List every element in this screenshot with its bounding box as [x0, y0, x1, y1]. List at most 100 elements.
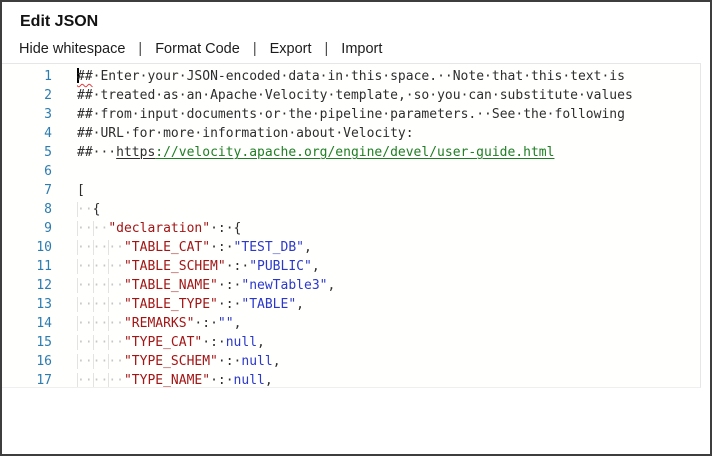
code-segment: : [202, 316, 211, 331]
whitespace-dots: · [217, 354, 226, 369]
whitespace-dots: · [311, 107, 320, 122]
code-segment: as [163, 88, 179, 103]
indent-guide: ·· [77, 316, 93, 331]
indent-guide: ·· [92, 373, 109, 388]
code-segment: , [311, 259, 320, 274]
line-number: 4 [44, 126, 52, 141]
code-line[interactable]: 13 ······"TABLE_TYPE"·:·"TABLE", [2, 295, 700, 314]
indent-guide: ·· [77, 259, 93, 274]
code-line[interactable]: 7[ [2, 181, 700, 200]
whitespace-dots: · [257, 107, 265, 122]
whitespace-dots: · [343, 69, 351, 84]
code-segment: "TABLE" [241, 297, 297, 312]
code-line-content: ##·treated·as·an·Apache·Velocity·templat… [77, 86, 633, 105]
indent-guide: ·· [92, 335, 109, 350]
indent-guide: ·· [108, 278, 124, 293]
line-number: 14 [36, 316, 52, 331]
code-line[interactable]: 17 ······"TYPE_NAME"·:·null, [2, 371, 700, 388]
line-number: 1 [44, 69, 52, 84]
format-code-button[interactable]: Format Code [155, 41, 240, 58]
code-segment: "TYPE_NAME" [123, 373, 211, 388]
whitespace-dots: ·· [476, 107, 492, 122]
code-segment: following [554, 107, 625, 122]
code-segment: from [100, 107, 132, 122]
code-line[interactable]: 5 ##···https://velocity.apache.org/engine… [2, 143, 700, 162]
code-segment: ## [77, 69, 93, 84]
code-segment: : [217, 373, 226, 388]
code-line-content: ··{ [77, 200, 100, 219]
code-line-content: ······"TABLE_NAME"·:·"newTable3", [77, 276, 335, 295]
code-segment: : [210, 335, 218, 350]
code-segment: an [186, 88, 203, 103]
whitespace-dots: · [225, 240, 234, 255]
code-segment: space. [390, 69, 438, 84]
indent-guide: ·· [92, 354, 109, 369]
whitespace-dots: · [202, 335, 211, 350]
code-segment: , [296, 297, 304, 312]
line-number: 15 [36, 335, 52, 350]
line-number: 16 [36, 354, 52, 369]
code-line[interactable]: 11 ······"TABLE_SCHEM"·:·"PUBLIC", [2, 257, 700, 276]
whitespace-dots: · [546, 107, 555, 122]
code-line[interactable]: 2 ##·treated·as·an·Apache·Velocity·templa… [2, 86, 700, 105]
code-segment: URL [100, 126, 124, 141]
indent-guide: ·· [92, 221, 109, 236]
whitespace-dots: ··· [92, 145, 117, 160]
code-segment: "newTable3" [241, 278, 328, 293]
code-line[interactable]: 10 ······"TABLE_CAT"·:·"TEST_DB", [2, 238, 700, 257]
code-line[interactable]: 3 ##·from·input·documents·or·the·pipeline… [2, 105, 700, 124]
whitespace-dots: · [155, 126, 164, 141]
code-line[interactable]: 9 ····"declaration"·:·{ [2, 219, 700, 238]
code-segment: "PUBLIC" [249, 259, 312, 274]
code-segment: , [233, 316, 242, 331]
code-line[interactable]: 14 ······"REMARKS"·:·"", [2, 314, 700, 333]
velocity-user-guide-link[interactable]: https [116, 145, 155, 160]
line-number: 8 [44, 202, 52, 217]
code-line-content: ······"TYPE_SCHEM"·:·null, [77, 352, 281, 371]
code-line[interactable]: 1 ##·Enter·your·JSON-encoded·data·in·this… [2, 67, 700, 86]
code-segment: values [585, 88, 633, 103]
json-code-editor[interactable]: 1 ##·Enter·your·JSON-encoded·data·in·this… [2, 63, 701, 388]
code-segment: , [272, 354, 281, 369]
line-number: 5 [44, 145, 52, 160]
code-segment: ## [77, 88, 93, 103]
hide-whitespace-button[interactable]: Hide whitespace [19, 41, 125, 58]
indent-guide: ·· [92, 297, 109, 312]
code-segment: Enter [100, 69, 140, 84]
whitespace-dots: · [210, 221, 218, 236]
code-line-content: ······"TABLE_SCHEM"·:·"PUBLIC", [77, 257, 320, 276]
code-segment: : [217, 240, 226, 255]
indent-guide: ·· [108, 259, 124, 274]
code-segment: "TABLE_CAT" [123, 240, 211, 255]
whitespace-dots: · [578, 88, 586, 103]
code-segment: the [288, 107, 312, 122]
indent-guide: ·· [77, 335, 93, 350]
whitespace-dots: · [210, 373, 218, 388]
whitespace-dots: ·· [437, 69, 453, 84]
code-line[interactable]: 16 ······"TYPE_SCHEM"·:·null, [2, 352, 700, 371]
code-segment: , [304, 240, 312, 255]
code-line[interactable]: 8 ··{ [2, 200, 700, 219]
code-line[interactable]: 6 [2, 162, 700, 181]
export-button[interactable]: Export [270, 41, 312, 58]
code-segment: Velocity: [343, 126, 414, 141]
indent-guide: ·· [92, 278, 109, 293]
code-line-content: ······"TYPE_NAME"·:·null, [77, 371, 273, 388]
code-segment: Apache [210, 88, 258, 103]
code-line-content: ····"declaration"·:·{ [77, 219, 241, 238]
code-line[interactable]: 15 ······"TYPE_CAT"·:·null, [2, 333, 700, 352]
code-line[interactable]: 4 ##·URL·for·more·information·about·Veloc… [2, 124, 700, 143]
whitespace-dots: · [210, 316, 218, 331]
indent-guide: ·· [77, 297, 93, 312]
code-segment: , [327, 278, 336, 293]
code-line[interactable]: 12 ······"TABLE_NAME"·:·"newTable3", [2, 276, 700, 295]
whitespace-dots: · [491, 88, 500, 103]
code-segment: , [257, 335, 265, 350]
import-button[interactable]: Import [341, 41, 382, 58]
indent-guide: ·· [108, 354, 124, 369]
whitespace-dots: · [515, 107, 524, 122]
code-segment: "TEST_DB" [233, 240, 304, 255]
velocity-user-guide-link[interactable]: ://velocity.apache.org/engine/devel/user… [155, 145, 554, 160]
code-segment: "declaration" [108, 221, 211, 236]
whitespace-dots: · [335, 126, 344, 141]
